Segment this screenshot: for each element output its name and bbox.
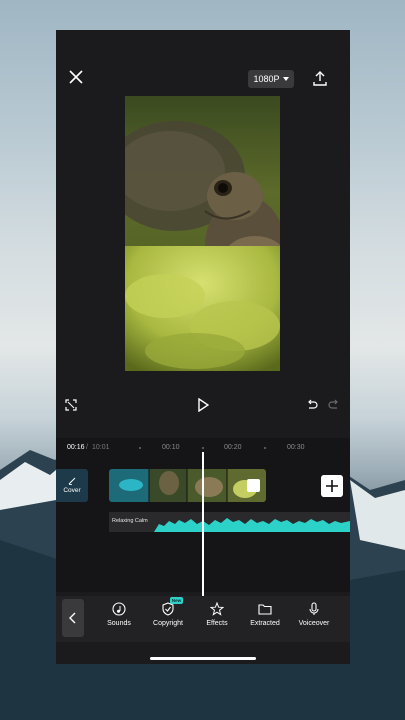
cover-button[interactable]: Cover xyxy=(56,469,88,502)
star-sparkle-icon xyxy=(210,602,224,616)
cover-label: Cover xyxy=(63,487,81,494)
tool-effects[interactable]: Effects xyxy=(194,600,240,636)
tick-dot xyxy=(264,447,266,449)
tool-label: Effects xyxy=(206,620,228,627)
back-button[interactable] xyxy=(62,599,84,637)
transition-icon[interactable] xyxy=(247,479,260,492)
close-icon[interactable] xyxy=(67,68,85,86)
fullscreen-icon[interactable] xyxy=(65,399,77,411)
playhead[interactable] xyxy=(202,452,204,604)
playback-controls xyxy=(56,394,350,418)
chevron-down-icon xyxy=(282,77,289,81)
microphone-icon xyxy=(309,602,319,615)
tick-label: 00:20 xyxy=(224,444,242,451)
music-note-icon xyxy=(112,602,126,616)
redo-icon[interactable] xyxy=(328,399,340,411)
video-preview[interactable] xyxy=(125,96,280,371)
editor-window: 1080P 00:16 / 10:01 00:10 00:20 00:30 Co… xyxy=(56,30,350,664)
tick-dot xyxy=(202,447,204,449)
tool-voiceover[interactable]: Voiceover xyxy=(291,600,337,636)
shield-check-icon xyxy=(162,602,174,616)
play-icon[interactable] xyxy=(197,398,209,412)
total-time: 10:01 xyxy=(92,444,110,451)
add-clip-button[interactable] xyxy=(321,475,343,497)
resolution-label: 1080P xyxy=(253,74,280,84)
home-indicator[interactable] xyxy=(150,657,256,660)
tick-dot xyxy=(139,447,141,449)
tick-label: 00:10 xyxy=(162,444,180,451)
tool-label: Copyright xyxy=(153,620,183,627)
tool-copyright[interactable]: Copyright xyxy=(145,600,191,636)
undo-icon[interactable] xyxy=(306,399,318,411)
resolution-dropdown[interactable]: 1080P xyxy=(248,70,294,88)
bottom-toolbar: Sounds Copyright Effects Extracted Voice… xyxy=(56,596,350,642)
upload-icon[interactable] xyxy=(312,70,328,87)
timeline[interactable]: 00:16 / 10:01 00:10 00:20 00:30 Cover Re… xyxy=(56,438,350,604)
top-bar: 1080P xyxy=(56,30,350,94)
tool-sounds[interactable]: Sounds xyxy=(96,600,142,636)
pencil-icon xyxy=(68,477,76,485)
tool-extracted[interactable]: Extracted xyxy=(242,600,288,636)
chevron-left-icon xyxy=(69,612,76,624)
audio-track[interactable]: Relaxing Calm xyxy=(109,512,350,532)
tool-label: Sounds xyxy=(107,620,131,627)
video-clip-track[interactable] xyxy=(109,469,266,502)
tool-label: Voiceover xyxy=(298,620,330,627)
time-separator: / xyxy=(86,444,88,451)
current-time: 00:16 xyxy=(67,444,85,451)
audio-label: Relaxing Calm xyxy=(112,518,148,524)
tool-label: Extracted xyxy=(250,620,280,627)
tick-label: 00:30 xyxy=(287,444,305,451)
new-badge: New xyxy=(170,597,183,604)
folder-icon xyxy=(258,604,272,615)
